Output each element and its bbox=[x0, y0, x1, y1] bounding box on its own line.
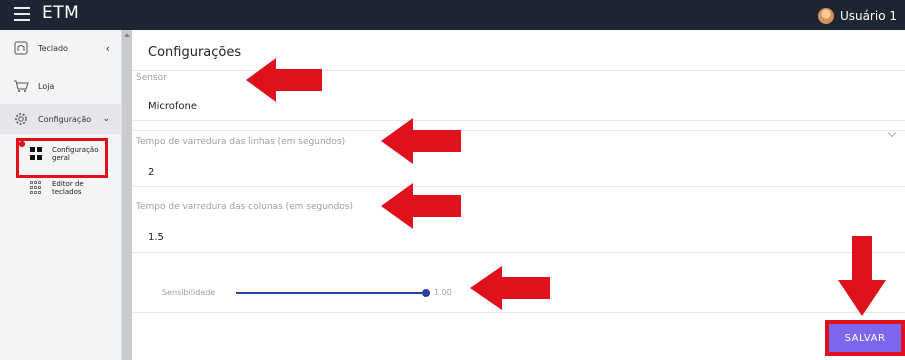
row-scan-input[interactable]: 2 bbox=[132, 156, 905, 186]
dots-grid-icon bbox=[30, 181, 44, 195]
cart-icon bbox=[12, 78, 30, 94]
keyboard-icon bbox=[12, 40, 30, 56]
row-scan-label: Tempo de varredura das linhas (em segund… bbox=[136, 137, 346, 147]
menu-icon[interactable] bbox=[14, 7, 30, 21]
sidebar-item-teclado[interactable]: Teclado ‹ bbox=[0, 36, 122, 60]
divider bbox=[132, 252, 905, 253]
app-window: ETM Usuário 1 Teclado ‹ Loja Configuraçã… bbox=[0, 0, 905, 360]
save-button[interactable]: SALVAR bbox=[829, 324, 901, 352]
sidebar-item-label: Teclado bbox=[38, 43, 68, 53]
avatar bbox=[817, 8, 834, 24]
scroll-up-icon[interactable] bbox=[124, 33, 130, 37]
top-bar: ETM Usuário 1 bbox=[0, 0, 905, 30]
sidebar-item-label: Loja bbox=[38, 81, 55, 91]
divider bbox=[132, 130, 905, 131]
sidebar-subitem-editor-teclados[interactable]: Editor de teclados bbox=[30, 180, 84, 196]
col-scan-input[interactable]: 1.5 bbox=[132, 220, 905, 252]
sidebar-subitem-configuracao-geral[interactable]: Configuração geral bbox=[30, 146, 98, 162]
divider bbox=[132, 186, 905, 187]
sensitivity-value: 1.00 bbox=[434, 288, 452, 297]
annotation-arrow-left-icon bbox=[381, 118, 461, 164]
grid-icon bbox=[30, 147, 44, 161]
col-scan-value: 1.5 bbox=[148, 232, 164, 243]
annotation-arrow-down-icon bbox=[838, 236, 886, 316]
sensitivity-slider-thumb[interactable] bbox=[422, 289, 430, 297]
subitem-label: Editor de teclados bbox=[52, 180, 84, 196]
sidebar-item-loja[interactable]: Loja bbox=[0, 74, 122, 98]
subitem-label-line2: teclados bbox=[52, 188, 82, 196]
subitem-label-line1: Editor de bbox=[52, 180, 84, 188]
user-menu[interactable]: Usuário 1 bbox=[817, 7, 897, 25]
divider bbox=[132, 120, 905, 121]
gear-icon bbox=[12, 111, 30, 127]
sidebar: Teclado ‹ Loja Configuração ⌄ Configuraç… bbox=[0, 30, 122, 360]
sidebar-item-label: Configuração bbox=[38, 114, 92, 124]
col-scan-label: Tempo de varredura das colunas (em segun… bbox=[136, 202, 354, 212]
sensitivity-label: Sensibilidade bbox=[162, 288, 216, 297]
app-title: ETM bbox=[42, 3, 80, 23]
row-scan-value: 2 bbox=[148, 167, 155, 178]
sidebar-item-configuracao[interactable]: Configuração ⌄ bbox=[0, 104, 122, 134]
sensor-value: Microfone bbox=[148, 101, 198, 112]
sidebar-scrollbar[interactable] bbox=[122, 30, 132, 360]
subitem-label: Configuração geral bbox=[52, 146, 98, 162]
annotation-arrow-left-icon bbox=[470, 266, 550, 310]
chevron-down-icon[interactable]: ⌄ bbox=[102, 114, 110, 124]
user-name: Usuário 1 bbox=[839, 9, 897, 23]
annotation-arrow-left-icon bbox=[246, 58, 322, 102]
sensitivity-slider-track[interactable] bbox=[236, 292, 426, 294]
sensor-label: Sensor bbox=[136, 73, 167, 83]
annotation-arrow-left-icon bbox=[381, 183, 461, 229]
chevron-left-icon[interactable]: ‹ bbox=[106, 42, 110, 55]
divider bbox=[132, 312, 905, 313]
page-title: Configurações bbox=[148, 45, 242, 60]
subitem-label-line2: geral bbox=[52, 154, 70, 162]
subitem-label-line1: Configuração bbox=[52, 146, 99, 154]
